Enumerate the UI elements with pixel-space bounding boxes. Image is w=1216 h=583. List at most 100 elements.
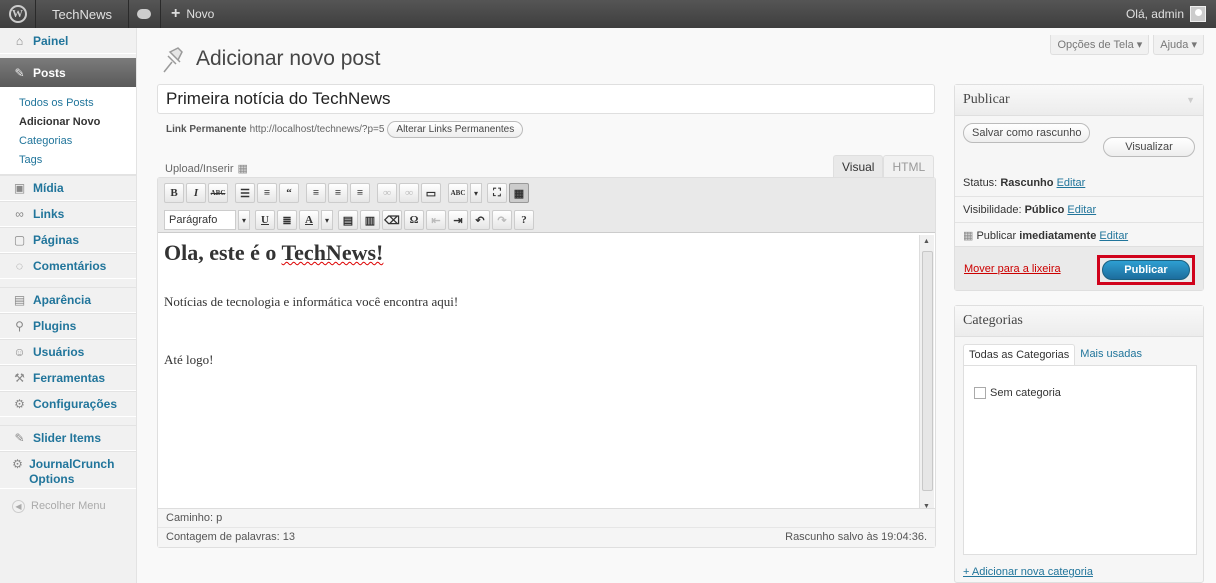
- kitchen-sink-icon[interactable]: ▦: [509, 183, 529, 203]
- permalink-row: Link Permanente http://localhost/technew…: [166, 121, 524, 138]
- menu-label: Comentários: [33, 259, 107, 273]
- editor-content[interactable]: Ola, este é o TechNews! Notícias de tecn…: [164, 240, 914, 510]
- tab-html[interactable]: HTML: [883, 155, 935, 178]
- menu-comentarios[interactable]: ◌ Comentários: [0, 253, 136, 279]
- menu-plugins[interactable]: ⚲ Plugins: [0, 313, 136, 339]
- link-icon[interactable]: ∞: [377, 183, 397, 203]
- menu-usuarios[interactable]: ☺ Usuários: [0, 339, 136, 365]
- menu-label: Usuários: [33, 345, 85, 359]
- category-checkbox[interactable]: [974, 387, 986, 399]
- submenu-adicionar-novo[interactable]: Adicionar Novo: [0, 113, 136, 132]
- indent-icon[interactable]: ⇥: [448, 210, 468, 230]
- menu-label: Configurações: [33, 397, 118, 411]
- menu-links[interactable]: ∞ Links: [0, 201, 136, 227]
- menu-ferramentas[interactable]: ⚒ Ferramentas: [0, 365, 136, 391]
- bullet-list-icon[interactable]: ☰: [235, 183, 255, 203]
- submenu-todos-os-posts[interactable]: Todos os Posts: [0, 94, 136, 113]
- heading-text: Ola, este é o: [164, 240, 282, 265]
- fullscreen-icon[interactable]: ⛶: [487, 183, 507, 203]
- menu-configuracoes[interactable]: ⚙ Configurações: [0, 391, 136, 417]
- align-left-icon[interactable]: ≡: [306, 183, 326, 203]
- spellcheck-icon[interactable]: ABC: [448, 183, 468, 203]
- account-menu[interactable]: Olá, admin: [1126, 6, 1216, 22]
- help-button[interactable]: Ajuda ▾: [1153, 35, 1204, 55]
- tab-visual[interactable]: Visual: [833, 155, 884, 178]
- plugin-icon: ⚲: [15, 319, 24, 333]
- toggle-arrow-icon[interactable]: ▼: [1186, 95, 1195, 105]
- submenu-tags[interactable]: Tags: [0, 151, 136, 170]
- move-to-trash-link[interactable]: Mover para a lixeira: [964, 263, 1061, 275]
- content-paragraph-1: Notícias de tecnologia e informática voc…: [164, 294, 459, 309]
- permalink-url[interactable]: http://localhost/technews/?p=5: [250, 124, 385, 135]
- paste-word-icon[interactable]: ▥: [360, 210, 380, 230]
- category-label: Sem categoria: [990, 387, 1061, 399]
- text-color-dropdown-icon[interactable]: ▾: [321, 210, 333, 230]
- scroll-up-icon[interactable]: ▲: [923, 238, 930, 245]
- categories-box-header[interactable]: Categorias: [955, 306, 1203, 337]
- editor-path: Caminho: p: [158, 509, 935, 528]
- comments-icon[interactable]: [129, 0, 161, 28]
- blockquote-icon[interactable]: “: [279, 183, 299, 203]
- collapse-menu-button[interactable]: ◀ Recolher Menu: [0, 493, 136, 519]
- spellcheck-dropdown-icon[interactable]: ▾: [470, 183, 482, 203]
- tab-all-categories[interactable]: Todas as Categorias: [963, 344, 1076, 365]
- editor-toolbar: B I ABC ☰ ≡ “ ≡ ≡ ≡ ∞ ∞ ▭ ABC ▾ ⛶ ▦ Pará…: [158, 178, 935, 233]
- scrollbar-thumb[interactable]: [922, 251, 933, 491]
- permalink-label: Link Permanente: [166, 124, 247, 135]
- edit-status-link[interactable]: Editar: [1057, 177, 1086, 189]
- menu-posts[interactable]: ✎ Posts: [0, 58, 136, 88]
- clear-formatting-icon[interactable]: ⌫: [382, 210, 402, 230]
- add-new-category-link[interactable]: + Adicionar nova categoria: [963, 566, 1093, 578]
- align-center-icon[interactable]: ≡: [328, 183, 348, 203]
- editor-scrollbar[interactable]: ▲ ▼: [919, 235, 934, 513]
- edit-visibility-link[interactable]: Editar: [1067, 204, 1096, 216]
- menu-aparencia[interactable]: ▤ Aparência: [0, 287, 136, 313]
- status-label: Status:: [963, 177, 998, 189]
- bold-icon[interactable]: B: [164, 183, 184, 203]
- new-content-menu[interactable]: + Novo: [161, 0, 224, 28]
- site-name-link[interactable]: TechNews: [36, 0, 129, 28]
- wordpress-logo-icon[interactable]: W: [0, 0, 36, 28]
- more-tag-icon[interactable]: ▭: [421, 183, 441, 203]
- preview-button[interactable]: Visualizar: [1103, 137, 1195, 157]
- numbered-list-icon[interactable]: ≡: [257, 183, 277, 203]
- menu-midia[interactable]: ▣ Mídia: [0, 175, 136, 201]
- add-media-icon[interactable]: ▦: [237, 162, 247, 175]
- link-icon: ∞: [15, 207, 24, 221]
- text-color-icon[interactable]: A: [299, 210, 319, 230]
- format-dropdown-icon[interactable]: ▾: [238, 210, 250, 230]
- redo-icon[interactable]: ↷: [492, 210, 512, 230]
- categories-box: Categorias Todas as Categorias Mais usad…: [954, 305, 1204, 583]
- outdent-icon[interactable]: ⇤: [426, 210, 446, 230]
- menu-journalcrunch-options[interactable]: ⚙ JournalCrunch Options: [0, 451, 136, 489]
- italic-icon[interactable]: I: [186, 183, 206, 203]
- justify-icon[interactable]: ≣: [277, 210, 297, 230]
- content-paragraph-2: Até logo!: [164, 352, 214, 367]
- menu-paginas[interactable]: ▢ Páginas: [0, 227, 136, 253]
- post-title-input[interactable]: [157, 84, 935, 114]
- screen-options-button[interactable]: Opções de Tela ▾: [1050, 35, 1150, 55]
- publish-box-header[interactable]: Publicar ▼: [955, 85, 1203, 116]
- menu-painel[interactable]: ⌂ Painel: [0, 28, 136, 54]
- special-char-icon[interactable]: Ω: [404, 210, 424, 230]
- menu-label: Posts: [33, 65, 66, 80]
- save-draft-button[interactable]: Salvar como rascunho: [963, 123, 1091, 143]
- underline-icon[interactable]: U: [255, 210, 275, 230]
- publish-button[interactable]: Publicar: [1102, 260, 1190, 280]
- change-permalinks-button[interactable]: Alterar Links Permanentes: [387, 121, 524, 138]
- menu-slider-items[interactable]: ✎ Slider Items: [0, 425, 136, 451]
- submenu-categorias[interactable]: Categorias: [0, 132, 136, 151]
- tab-most-used[interactable]: Mais usadas: [1075, 344, 1147, 365]
- paste-text-icon[interactable]: ▤: [338, 210, 358, 230]
- page-heading: Adicionar novo post: [160, 44, 380, 74]
- strikethrough-icon[interactable]: ABC: [208, 183, 228, 203]
- align-right-icon[interactable]: ≡: [350, 183, 370, 203]
- help-icon[interactable]: ?: [514, 210, 534, 230]
- undo-icon[interactable]: ↶: [470, 210, 490, 230]
- format-select[interactable]: Parágrafo: [164, 210, 236, 230]
- admin-sidebar: ⌂ Painel ✎ Posts Todos os Posts Adiciona…: [0, 28, 137, 583]
- unlink-icon[interactable]: ∞: [399, 183, 419, 203]
- schedule-value: imediatamente: [1019, 230, 1097, 242]
- category-item[interactable]: Sem categoria: [974, 387, 1061, 399]
- edit-schedule-link[interactable]: Editar: [1099, 230, 1128, 242]
